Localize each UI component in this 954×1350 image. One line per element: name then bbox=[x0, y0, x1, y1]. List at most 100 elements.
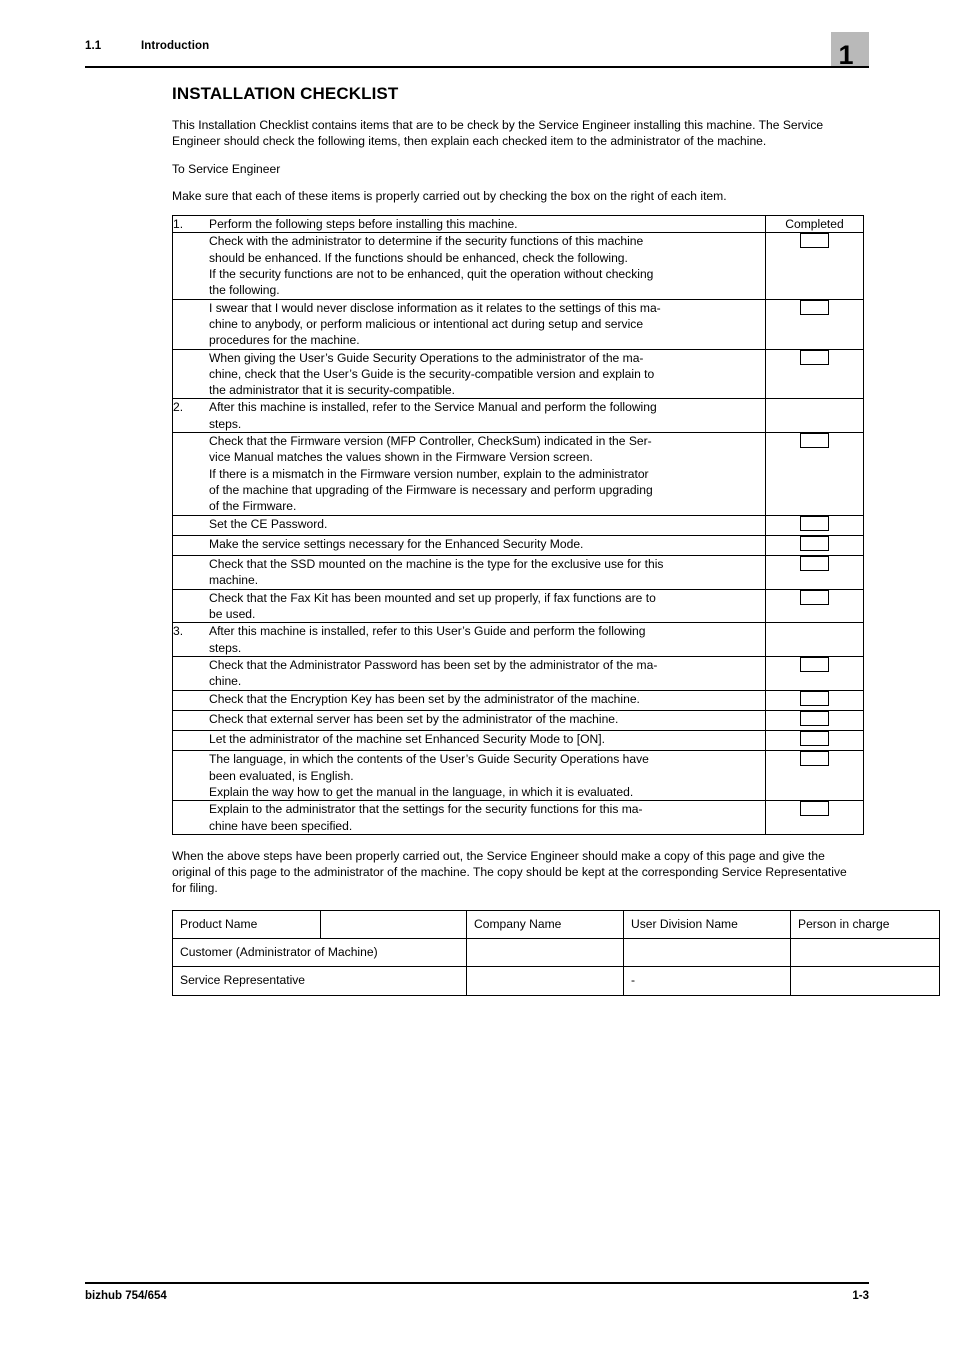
customer-company-value[interactable] bbox=[466, 938, 624, 968]
empty-cell bbox=[765, 622, 864, 657]
table-row: Set the CE Password. bbox=[172, 514, 864, 536]
row-text-line: Check that the Fax Kit has been mounted … bbox=[209, 590, 656, 605]
row-text-line: steps. bbox=[209, 416, 242, 431]
checkbox-cell[interactable] bbox=[765, 588, 864, 624]
row-number bbox=[172, 730, 209, 752]
table-row: 1. Perform the following steps before in… bbox=[172, 215, 864, 234]
table-row: Check that external server has been set … bbox=[172, 709, 864, 732]
row-text-line: Check that the Administrator Password ha… bbox=[209, 657, 658, 672]
product-name-value[interactable] bbox=[320, 909, 467, 940]
empty-cell bbox=[765, 398, 864, 434]
checkbox-icon[interactable] bbox=[800, 731, 829, 747]
customer-division-value[interactable] bbox=[623, 938, 791, 968]
table-row: Product Name Company Name User Division … bbox=[172, 909, 940, 940]
checkbox-cell[interactable] bbox=[765, 348, 864, 400]
table-row: 2. After this machine is installed, refe… bbox=[172, 398, 864, 434]
checkbox-cell[interactable] bbox=[765, 730, 864, 752]
table-row: Check that the Fax Kit has been mounted … bbox=[172, 588, 864, 624]
page-title: INSTALLATION CHECKLIST bbox=[172, 84, 399, 103]
service-person-value[interactable] bbox=[790, 966, 940, 996]
row-text: Check that the Administrator Password ha… bbox=[209, 655, 766, 691]
checkbox-cell[interactable] bbox=[765, 534, 864, 557]
checkbox-icon[interactable] bbox=[800, 556, 829, 572]
checkbox-cell[interactable] bbox=[765, 232, 864, 300]
row-text: After this machine is installed, refer t… bbox=[209, 622, 766, 657]
row-number: 3. bbox=[172, 622, 209, 657]
row-number bbox=[172, 689, 209, 711]
instruction-line: Make sure that each of these items is pr… bbox=[172, 188, 727, 203]
row-text-line: The language, in which the contents of t… bbox=[209, 752, 649, 767]
table-row: Service Representative - bbox=[172, 966, 940, 996]
installation-checklist-table: 1. Perform the following steps before in… bbox=[172, 215, 864, 835]
table-row: When giving the User’s Guide Security Op… bbox=[172, 348, 864, 400]
row-number bbox=[172, 514, 209, 536]
person-in-charge-header: Person in charge bbox=[790, 909, 940, 940]
header-divider bbox=[85, 66, 869, 68]
row-text: Check that external server has been set … bbox=[209, 709, 766, 732]
table-row: Check that the Encryption Key has been s… bbox=[172, 689, 864, 711]
checkbox-icon[interactable] bbox=[800, 801, 829, 817]
checkbox-icon[interactable] bbox=[800, 690, 829, 706]
row-text-line: When giving the User’s Guide Security Op… bbox=[209, 350, 644, 365]
table-row: 3. After this machine is installed, refe… bbox=[172, 622, 864, 657]
row-text-line: Check with the administrator to determin… bbox=[209, 234, 644, 249]
service-company-value[interactable] bbox=[466, 966, 624, 996]
chapter-badge-number: 1 bbox=[838, 40, 854, 70]
row-text-line: Perform the following steps before insta… bbox=[209, 217, 518, 232]
row-text-line: Let the administrator of the machine set… bbox=[209, 732, 605, 747]
row-text: Set the CE Password. bbox=[209, 514, 766, 536]
row-text: Perform the following steps before insta… bbox=[209, 215, 766, 234]
checkbox-cell[interactable] bbox=[765, 689, 864, 711]
row-number bbox=[172, 298, 209, 350]
row-number bbox=[172, 588, 209, 624]
row-number bbox=[172, 432, 209, 516]
table-row: The language, in which the contents of t… bbox=[172, 750, 864, 802]
checkbox-icon[interactable] bbox=[800, 710, 829, 726]
row-text-line: should be enhanced. If the functions sho… bbox=[209, 250, 628, 265]
checkbox-icon[interactable] bbox=[800, 589, 829, 605]
checkbox-icon[interactable] bbox=[800, 433, 829, 449]
row-number bbox=[172, 232, 209, 300]
service-division-value[interactable]: - bbox=[623, 966, 791, 996]
checkbox-icon[interactable] bbox=[800, 535, 829, 551]
row-number bbox=[172, 555, 209, 590]
table-row: I swear that I would never disclose info… bbox=[172, 298, 864, 350]
row-text-line: Check that the SSD mounted on the machin… bbox=[209, 557, 664, 572]
closing-paragraph: When the above steps have been properly … bbox=[172, 848, 847, 896]
checkbox-cell[interactable] bbox=[765, 298, 864, 350]
checkbox-cell[interactable] bbox=[765, 709, 864, 732]
signature-table: Product Name Company Name User Division … bbox=[172, 909, 940, 996]
checkbox-cell[interactable] bbox=[765, 555, 864, 590]
checkbox-icon[interactable] bbox=[800, 751, 829, 767]
checkbox-icon[interactable] bbox=[800, 299, 829, 315]
checkbox-cell[interactable] bbox=[765, 750, 864, 802]
row-text-line: be used. bbox=[209, 607, 256, 622]
row-number bbox=[172, 655, 209, 691]
row-text: After this machine is installed, refer t… bbox=[209, 398, 766, 434]
checkbox-icon[interactable] bbox=[800, 233, 829, 249]
row-text-line: procedures for the machine. bbox=[209, 333, 360, 348]
row-number: 1. bbox=[172, 215, 209, 234]
header-section-number: 1.1 bbox=[85, 40, 102, 52]
page-content: INSTALLATION CHECKLIST This Installation… bbox=[172, 84, 940, 996]
page-header: 1.1 Introduction 1 bbox=[85, 32, 869, 70]
row-text: Check that the Fax Kit has been mounted … bbox=[209, 588, 766, 624]
row-text: Check with the administrator to determin… bbox=[209, 232, 766, 300]
checkbox-icon[interactable] bbox=[800, 515, 829, 531]
row-text-line: vice Manual matches the values shown in … bbox=[209, 450, 593, 465]
user-division-name-header: User Division Name bbox=[623, 909, 791, 940]
row-number bbox=[172, 709, 209, 732]
checkbox-cell[interactable] bbox=[765, 800, 864, 835]
checkbox-cell[interactable] bbox=[765, 432, 864, 516]
checkbox-icon[interactable] bbox=[800, 656, 829, 672]
checkbox-cell[interactable] bbox=[765, 514, 864, 536]
row-text: When giving the User’s Guide Security Op… bbox=[209, 348, 766, 400]
footer-product-name: bizhub 754/654 bbox=[85, 1290, 167, 1302]
customer-person-value[interactable] bbox=[790, 938, 940, 968]
checkbox-cell[interactable] bbox=[765, 655, 864, 691]
table-row: Check that the Firmware version (MFP Con… bbox=[172, 432, 864, 516]
row-text-line: Check that the Encryption Key has been s… bbox=[209, 691, 640, 706]
row-text: Make the service settings necessary for … bbox=[209, 534, 766, 557]
checkbox-icon[interactable] bbox=[800, 349, 829, 365]
row-text: I swear that I would never disclose info… bbox=[209, 298, 766, 350]
